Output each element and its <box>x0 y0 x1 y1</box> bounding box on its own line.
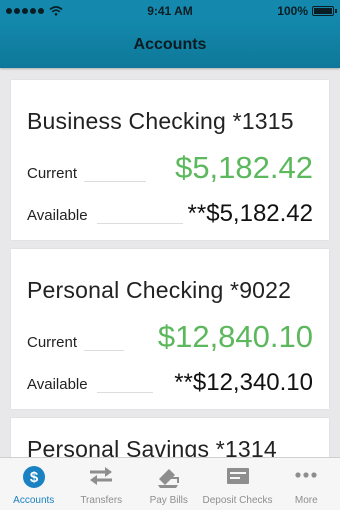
svg-text:$: $ <box>30 469 39 486</box>
account-card-personal-savings[interactable]: Personal Savings *1314 <box>11 418 329 457</box>
available-label: Available <box>27 207 88 224</box>
current-balance-row: Current $5,182.42 <box>27 146 313 186</box>
current-balance: $5,182.42 <box>175 150 313 185</box>
deposit-check-icon <box>226 468 249 484</box>
current-label: Current <box>27 334 78 351</box>
battery-percent: 100% <box>277 4 308 18</box>
available-label: Available <box>27 376 88 393</box>
tab-transfers[interactable]: Transfers <box>68 458 136 510</box>
tab-pay-bills[interactable]: Pay Bills <box>135 458 203 510</box>
account-name: Business Checking *1315 <box>27 108 294 134</box>
dollar-circle-icon: $ <box>22 466 45 488</box>
tab-deposit-checks[interactable]: Deposit Checks <box>203 458 273 510</box>
account-card-business-checking[interactable]: Business Checking *1315 Current $5,182.4… <box>11 80 329 240</box>
status-left <box>6 6 63 16</box>
divider <box>97 223 183 224</box>
accounts-list[interactable]: Business Checking *1315 Current $5,182.4… <box>0 68 340 457</box>
current-label: Current <box>27 165 78 182</box>
tab-accounts[interactable]: $ Accounts <box>0 458 68 510</box>
tab-label: Accounts <box>13 495 55 506</box>
more-dots-icon <box>295 472 317 478</box>
divider <box>97 392 153 393</box>
nav-bar: Accounts <box>0 22 340 68</box>
current-balance: $12,840.10 <box>157 319 313 354</box>
available-balance: **$5,182.42 <box>187 200 313 227</box>
tab-bar: $ Accounts Transfers Pay Bills Deposit C… <box>0 457 340 510</box>
tab-label: More <box>294 495 318 506</box>
account-card-personal-checking[interactable]: Personal Checking *9022 Current $12,840.… <box>11 249 329 409</box>
transfer-arrows-icon <box>90 467 113 485</box>
available-balance: **$12,340.10 <box>174 369 313 396</box>
status-right: 100% <box>277 4 337 18</box>
tab-more[interactable]: More <box>273 458 340 510</box>
tab-label: Deposit Checks <box>202 495 273 506</box>
page-title: Accounts <box>133 36 207 53</box>
tab-label: Transfers <box>80 495 123 506</box>
pay-bills-icon <box>157 469 179 488</box>
wifi-icon <box>49 6 63 16</box>
current-balance-row: Current $12,840.10 <box>27 315 313 355</box>
divider <box>84 350 124 351</box>
status-bar: 9:41 AM 100% <box>0 0 340 22</box>
battery-icon <box>312 6 337 16</box>
available-balance-row: Available **$5,182.42 <box>27 188 313 228</box>
available-balance-row: Available **$12,340.10 <box>27 357 313 397</box>
divider <box>84 181 146 182</box>
account-name: Personal Savings *1314 <box>27 436 277 457</box>
signal-dots-icon <box>6 8 44 14</box>
tab-label: Pay Bills <box>149 495 188 506</box>
account-name: Personal Checking *9022 <box>27 277 292 303</box>
